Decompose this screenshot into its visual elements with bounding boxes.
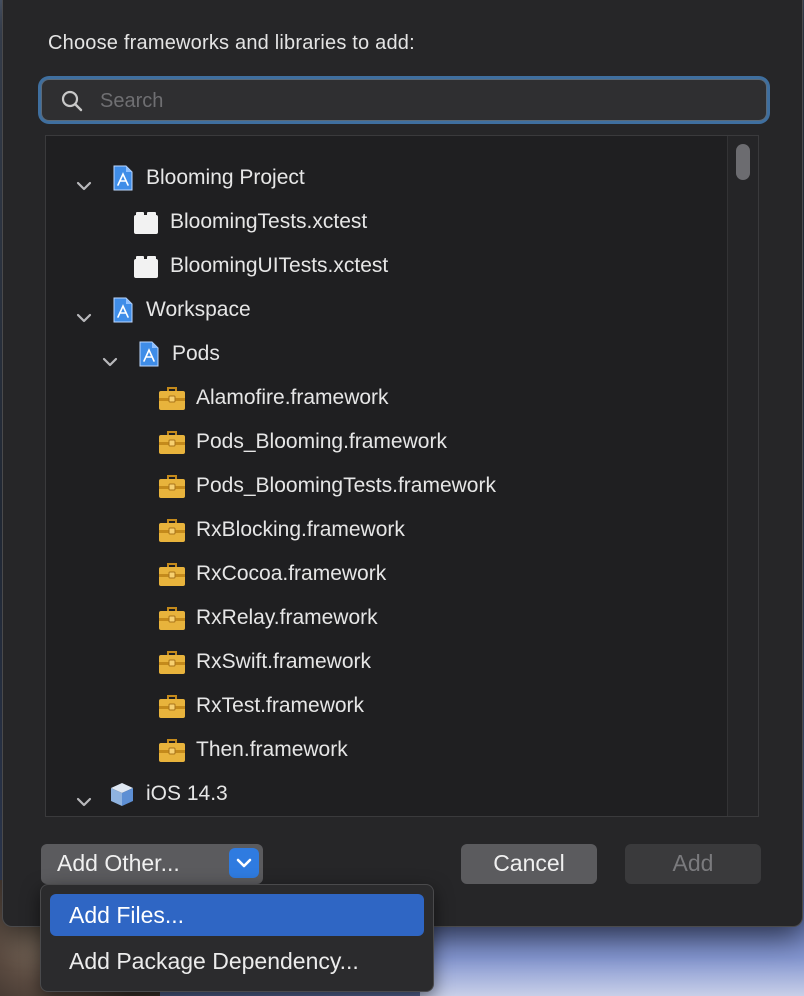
tree-row[interactable]: Workspace <box>46 288 726 332</box>
tree-row-label: iOS 14.3 <box>146 782 228 805</box>
framework-toolbox-icon <box>158 428 186 456</box>
tree-row[interactable]: Pods_BloomingTests.framework <box>46 464 726 508</box>
add-frameworks-sheet: Choose frameworks and libraries to add: … <box>2 0 803 927</box>
framework-toolbox-icon <box>158 560 186 588</box>
sdk-box-icon <box>108 780 136 808</box>
tree-row-label: BloomingTests.xctest <box>170 210 368 233</box>
add-other-menu: Add Files... Add Package Dependency... <box>40 884 434 992</box>
tree-row[interactable]: RxBlocking.framework <box>46 508 726 552</box>
tree-row-label: RxBlocking.framework <box>196 518 405 541</box>
tree-row-label: Pods_Blooming.framework <box>196 430 447 453</box>
xcode-project-icon <box>108 296 136 324</box>
add-other-button[interactable]: Add Other... <box>41 844 263 884</box>
tree-row-label: Alamofire.framework <box>196 386 389 409</box>
search-icon <box>61 90 83 112</box>
tree-row[interactable]: RxTest.framework <box>46 684 726 728</box>
xcode-project-icon <box>108 164 136 192</box>
tree-row-label: Pods <box>172 342 220 365</box>
tree-row[interactable]: Alamofire.framework <box>46 376 726 420</box>
tree-row[interactable]: Blooming Project <box>46 156 726 200</box>
framework-toolbox-icon <box>158 384 186 412</box>
xcode-project-icon <box>134 340 162 368</box>
chevron-down-icon[interactable] <box>229 848 259 878</box>
tree-scrollbar[interactable] <box>727 136 758 816</box>
bundle-icon <box>132 252 160 280</box>
menu-item-add-files[interactable]: Add Files... <box>50 894 424 936</box>
tree-row-label: RxCocoa.framework <box>196 562 387 585</box>
tree-row[interactable]: BloomingUITests.xctest <box>46 244 726 288</box>
disclosure-chevron-icon[interactable] <box>74 300 94 323</box>
tree-row[interactable]: RxRelay.framework <box>46 596 726 640</box>
bundle-icon <box>132 208 160 236</box>
add-other-label: Add Other... <box>57 850 180 876</box>
tree-row-label: Then.framework <box>196 738 348 761</box>
framework-toolbox-icon <box>158 648 186 676</box>
framework-toolbox-icon <box>158 604 186 632</box>
add-button[interactable]: Add <box>625 844 761 884</box>
disclosure-chevron-icon[interactable] <box>100 344 120 367</box>
tree-row-label: RxSwift.framework <box>196 650 372 673</box>
tree-row[interactable]: Pods_Blooming.framework <box>46 420 726 464</box>
tree-row-label: RxTest.framework <box>196 694 365 717</box>
tree-row[interactable]: Pods <box>46 332 726 376</box>
search-input[interactable] <box>98 84 752 118</box>
framework-toolbox-icon <box>158 736 186 764</box>
tree-row-label: BloomingUITests.xctest <box>170 254 389 277</box>
library-tree: Blooming Project BloomingTests.xctest Bloo… <box>45 135 759 817</box>
tree-row[interactable]: RxSwift.framework <box>46 640 726 684</box>
menu-item-add-package-dependency[interactable]: Add Package Dependency... <box>50 940 424 982</box>
sheet-heading: Choose frameworks and libraries to add: <box>48 32 415 54</box>
framework-toolbox-icon <box>158 692 186 720</box>
disclosure-chevron-icon[interactable] <box>74 168 94 191</box>
tree-row[interactable]: Then.framework <box>46 728 726 772</box>
tree-row[interactable]: BloomingTests.xctest <box>46 200 726 244</box>
tree-row[interactable]: iOS 14.3 <box>46 772 726 816</box>
framework-toolbox-icon <box>158 472 186 500</box>
tree-row-label: Workspace <box>146 298 251 321</box>
search-field[interactable] <box>41 79 767 121</box>
tree-row-label: RxRelay.framework <box>196 606 378 629</box>
tree-scrollbar-thumb[interactable] <box>736 144 750 180</box>
disclosure-chevron-icon[interactable] <box>74 784 94 807</box>
tree-row-label: Blooming Project <box>146 166 305 189</box>
tree-row[interactable]: RxCocoa.framework <box>46 552 726 596</box>
tree-row-label: Pods_BloomingTests.framework <box>196 474 496 497</box>
framework-toolbox-icon <box>158 516 186 544</box>
cancel-button[interactable]: Cancel <box>461 844 597 884</box>
